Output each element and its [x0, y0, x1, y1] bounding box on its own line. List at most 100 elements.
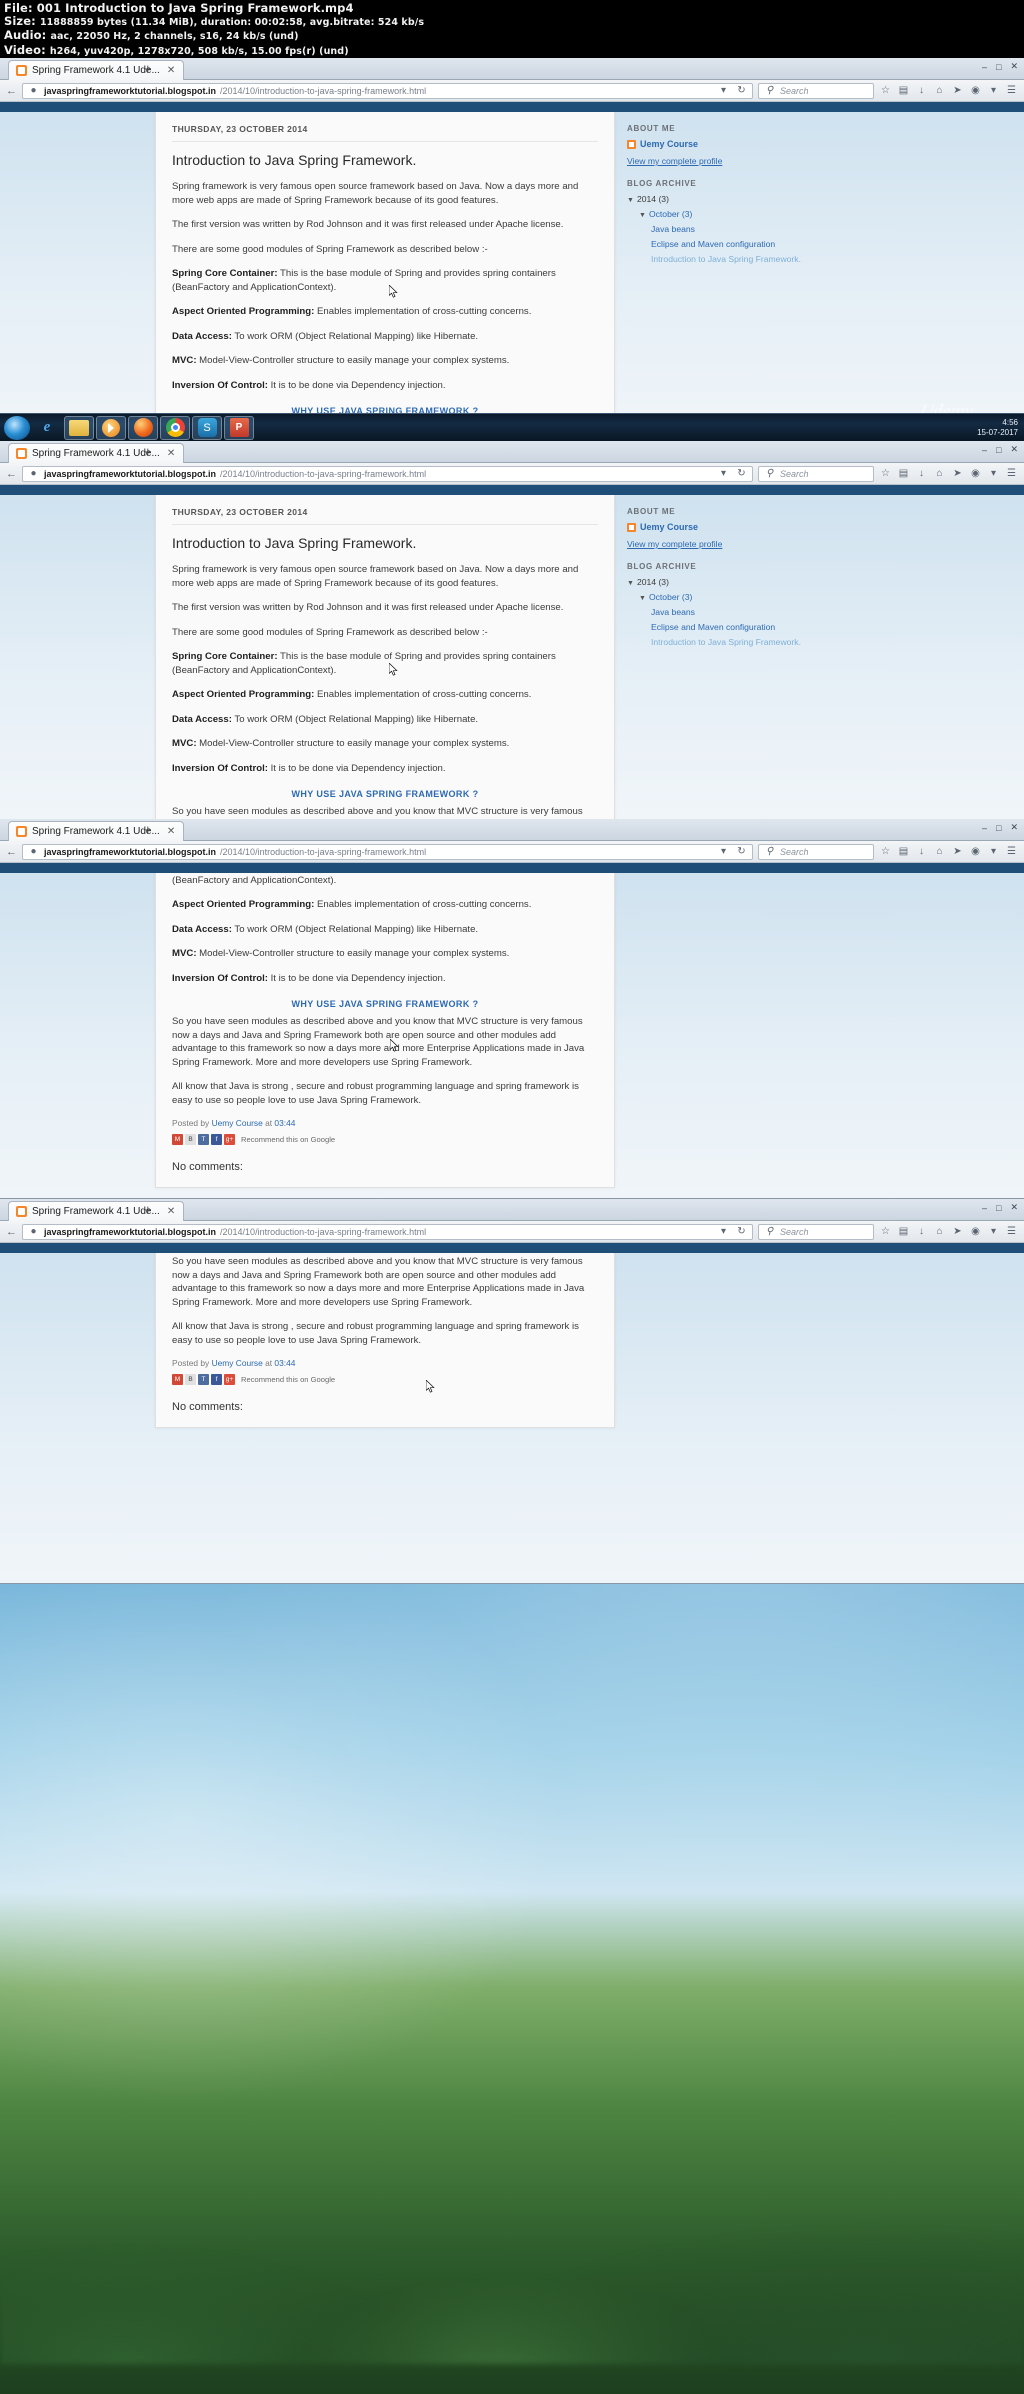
back-icon[interactable]: ←: [6, 468, 17, 480]
reload-icon[interactable]: ↻: [735, 85, 748, 97]
share-twitter-icon[interactable]: T: [198, 1374, 209, 1385]
archive-post-link-current[interactable]: Introduction to Java Spring Framework.: [651, 637, 807, 647]
profile-row[interactable]: Uemy Course: [627, 522, 807, 532]
share-blog-icon[interactable]: B: [185, 1134, 196, 1145]
archive-post-link[interactable]: Eclipse and Maven configuration: [651, 622, 807, 632]
home-icon[interactable]: ⌂: [933, 85, 946, 97]
downloads-icon[interactable]: ↓: [915, 846, 928, 858]
close-window-button[interactable]: ✕: [1010, 61, 1018, 72]
taskbar-skype-icon[interactable]: S: [192, 415, 222, 440]
taskbar-chrome-icon[interactable]: [160, 415, 190, 440]
chevron-down-icon[interactable]: ▾: [717, 1226, 730, 1238]
save-page-icon[interactable]: ▤: [897, 846, 910, 858]
archive-post-link[interactable]: Eclipse and Maven configuration: [651, 239, 807, 249]
share-email-icon[interactable]: M: [172, 1374, 183, 1385]
search-box[interactable]: ⚲ Search: [758, 1223, 874, 1240]
share-twitter-icon[interactable]: T: [198, 1134, 209, 1145]
chevron-down-icon[interactable]: ▾: [987, 1226, 1000, 1238]
downloads-icon[interactable]: ↓: [915, 468, 928, 480]
save-page-icon[interactable]: ▤: [897, 1226, 910, 1238]
chevron-down-icon[interactable]: ▾: [717, 468, 730, 480]
account-icon[interactable]: ◉: [969, 468, 982, 480]
browser-tab[interactable]: Spring Framework 4.1 Ude... ✕: [8, 60, 185, 80]
chevron-down-icon[interactable]: ▾: [987, 468, 1000, 480]
share-facebook-icon[interactable]: f: [211, 1374, 222, 1385]
address-bar[interactable]: ● javaspringframeworktutorial.blogspot.i…: [22, 82, 753, 99]
author-link[interactable]: Uemy Course: [212, 1358, 263, 1368]
menu-icon[interactable]: ☰: [1005, 468, 1018, 480]
new-tab-button[interactable]: +: [144, 823, 152, 837]
pocket-icon[interactable]: ➤: [951, 1226, 964, 1238]
close-window-button[interactable]: ✕: [1010, 1202, 1018, 1213]
chevron-down-icon[interactable]: ▾: [987, 85, 1000, 97]
view-profile-link[interactable]: View my complete profile: [627, 539, 807, 549]
author-link[interactable]: Uemy Course: [212, 1118, 263, 1128]
close-window-button[interactable]: ✕: [1010, 444, 1018, 455]
close-window-button[interactable]: ✕: [1010, 822, 1018, 833]
taskbar-powerpoint-icon[interactable]: P: [224, 415, 254, 440]
browser-tab[interactable]: Spring Framework 4.1 Ude... ✕: [8, 821, 185, 841]
address-bar[interactable]: ● javaspringframeworktutorial.blogspot.i…: [22, 1223, 753, 1240]
search-box[interactable]: ⚲ Search: [758, 465, 874, 482]
close-icon[interactable]: ✕: [167, 448, 175, 459]
close-icon[interactable]: ✕: [167, 826, 175, 837]
triangle-down-icon[interactable]: ▼: [639, 595, 646, 602]
reload-icon[interactable]: ↻: [735, 468, 748, 480]
new-tab-button[interactable]: +: [144, 445, 152, 459]
home-icon[interactable]: ⌂: [933, 846, 946, 858]
browser-tab[interactable]: Spring Framework 4.1 Ude... ✕: [8, 1201, 185, 1221]
maximize-button[interactable]: □: [996, 445, 1001, 455]
archive-post-link[interactable]: Java beans: [651, 607, 807, 617]
start-button-icon[interactable]: [4, 415, 30, 440]
archive-post-link[interactable]: Java beans: [651, 224, 807, 234]
menu-icon[interactable]: ☰: [1005, 85, 1018, 97]
taskbar-internet-explorer-icon[interactable]: e: [32, 416, 62, 440]
triangle-down-icon[interactable]: ▼: [627, 580, 634, 587]
pocket-icon[interactable]: ➤: [951, 468, 964, 480]
browser-tab[interactable]: Spring Framework 4.1 Ude... ✕: [8, 443, 185, 463]
home-icon[interactable]: ⌂: [933, 1226, 946, 1238]
account-icon[interactable]: ◉: [969, 85, 982, 97]
clock[interactable]: 4:56 15-07-2017: [977, 418, 1018, 438]
archive-month[interactable]: ▼ October (3): [639, 209, 807, 219]
menu-icon[interactable]: ☰: [1005, 846, 1018, 858]
minimize-button[interactable]: –: [982, 823, 987, 833]
account-icon[interactable]: ◉: [969, 1226, 982, 1238]
reload-icon[interactable]: ↻: [735, 1226, 748, 1238]
chevron-down-icon[interactable]: ▾: [987, 846, 1000, 858]
minimize-button[interactable]: –: [982, 62, 987, 72]
close-icon[interactable]: ✕: [167, 1206, 175, 1217]
bookmark-star-icon[interactable]: ☆: [879, 468, 892, 480]
triangle-down-icon[interactable]: ▼: [627, 197, 634, 204]
new-tab-button[interactable]: +: [144, 1203, 152, 1217]
chevron-down-icon[interactable]: ▾: [717, 85, 730, 97]
address-bar[interactable]: ● javaspringframeworktutorial.blogspot.i…: [22, 843, 753, 860]
menu-icon[interactable]: ☰: [1005, 1226, 1018, 1238]
back-icon[interactable]: ←: [6, 1226, 17, 1238]
profile-row[interactable]: Uemy Course: [627, 139, 807, 149]
maximize-button[interactable]: □: [996, 823, 1001, 833]
share-blog-icon[interactable]: B: [185, 1374, 196, 1385]
share-email-icon[interactable]: M: [172, 1134, 183, 1145]
archive-year[interactable]: ▼ 2014 (3): [627, 577, 807, 587]
home-icon[interactable]: ⌂: [933, 468, 946, 480]
maximize-button[interactable]: □: [996, 62, 1001, 72]
archive-month[interactable]: ▼ October (3): [639, 592, 807, 602]
pocket-icon[interactable]: ➤: [951, 846, 964, 858]
archive-year[interactable]: ▼ 2014 (3): [627, 194, 807, 204]
back-icon[interactable]: ←: [6, 85, 17, 97]
share-facebook-icon[interactable]: f: [211, 1134, 222, 1145]
save-page-icon[interactable]: ▤: [897, 468, 910, 480]
maximize-button[interactable]: □: [996, 1203, 1001, 1213]
downloads-icon[interactable]: ↓: [915, 85, 928, 97]
share-google-plus-icon[interactable]: g+: [224, 1374, 235, 1385]
minimize-button[interactable]: –: [982, 445, 987, 455]
search-box[interactable]: ⚲ Search: [758, 843, 874, 860]
account-icon[interactable]: ◉: [969, 846, 982, 858]
chevron-down-icon[interactable]: ▾: [717, 846, 730, 858]
share-google-plus-icon[interactable]: g+: [224, 1134, 235, 1145]
bookmark-star-icon[interactable]: ☆: [879, 85, 892, 97]
view-profile-link[interactable]: View my complete profile: [627, 156, 807, 166]
address-bar[interactable]: ● javaspringframeworktutorial.blogspot.i…: [22, 465, 753, 482]
pocket-icon[interactable]: ➤: [951, 85, 964, 97]
